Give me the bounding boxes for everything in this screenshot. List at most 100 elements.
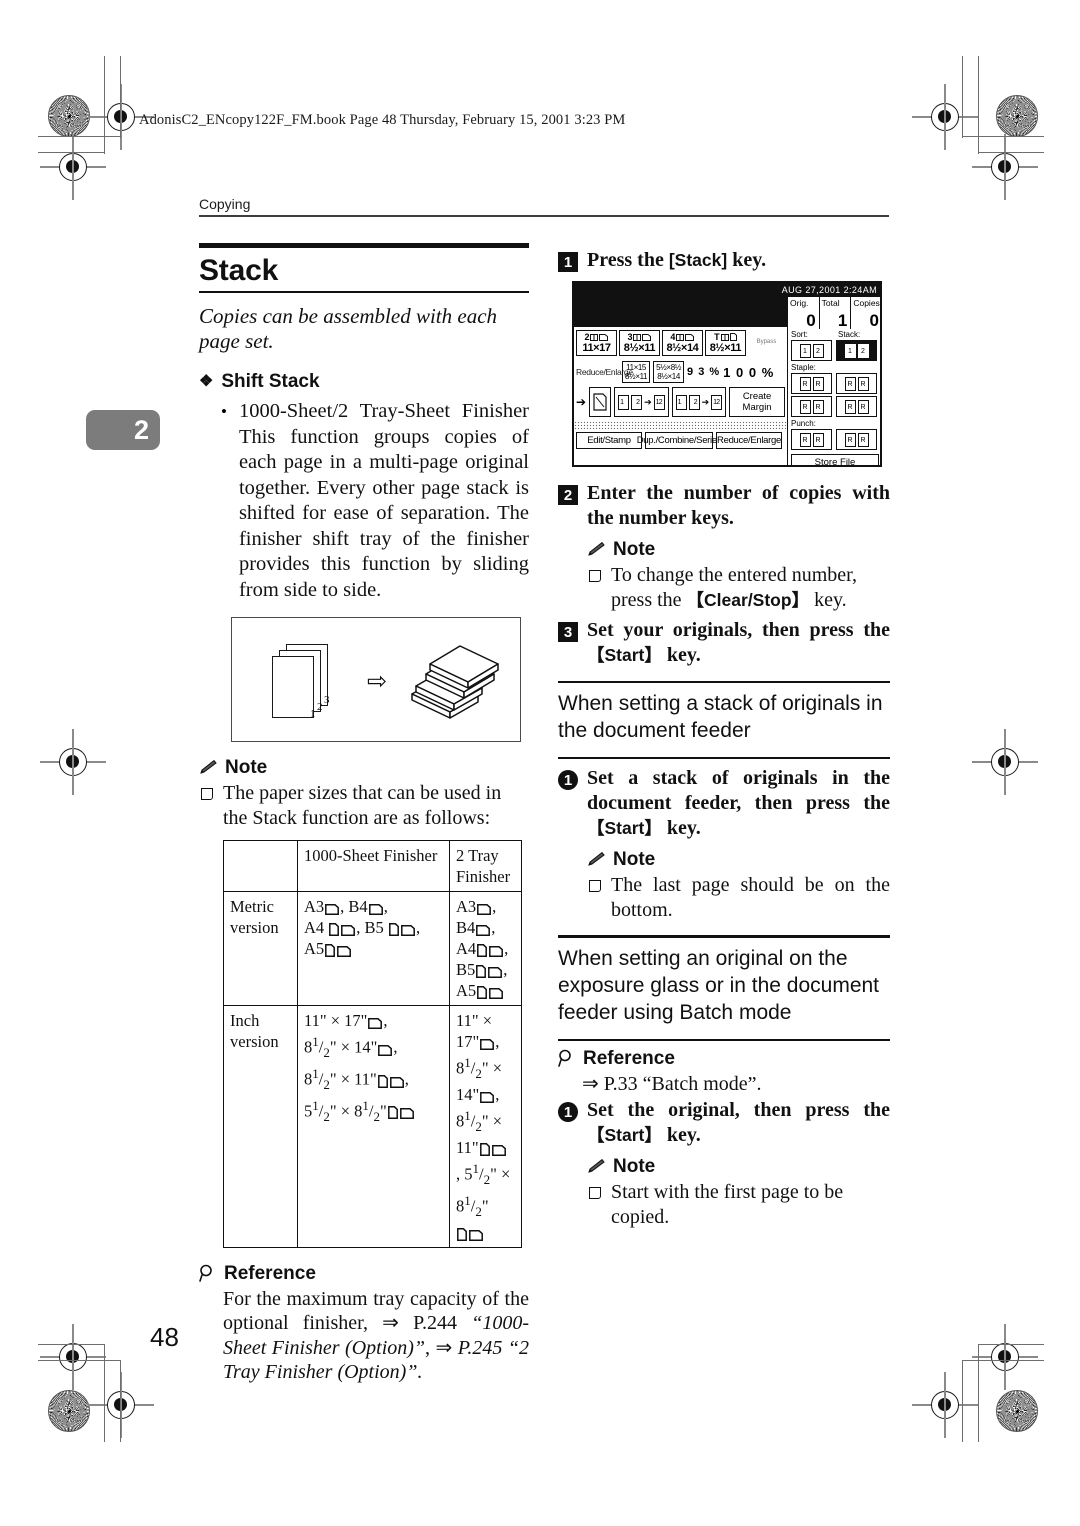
duplex-button-2[interactable]: 1 2 ➔ 12: [614, 387, 669, 417]
tab-dup-combine-series[interactable]: Dup./Combine/Series: [637, 432, 722, 449]
tray-button-t[interactable]: T 8½×11: [704, 330, 746, 356]
shifted-stack-icon: [404, 634, 504, 731]
ratio-box-1[interactable]: 11×15 8½×11: [622, 361, 651, 383]
lcd-message-area: [574, 297, 787, 327]
portrait-orientation-icon: [476, 965, 487, 979]
reference-heading-label: Reference: [583, 1047, 675, 1069]
pencil-icon: [200, 760, 217, 775]
sort-button[interactable]: 1 2: [791, 340, 832, 361]
paper-tray-row: 2 11×17 3 8½×11 4 8½×14 T 8½×11 Bypass: [574, 327, 787, 359]
lcd-right-pane: Orig. 0 Total 1 Copies 0 Sort: Stack: 1 …: [787, 297, 880, 465]
note-heading-label: Note: [225, 757, 268, 779]
counter-copies: Copies 0: [851, 297, 880, 330]
tray-icon: [720, 333, 729, 341]
landscape-orientation-icon: [337, 946, 352, 958]
tray-4-size: 8½×14: [666, 342, 699, 354]
stack-group: Stack:: [835, 329, 880, 339]
arrow-icon: ➔: [701, 396, 710, 407]
create-margin-button[interactable]: Create Margin: [729, 387, 785, 417]
punch-label: Punch:: [791, 419, 816, 428]
portrait-orientation-icon: [477, 944, 488, 958]
step-1: 1 Press the [Stack] key.: [558, 248, 890, 273]
tray-2-id: 2: [584, 332, 590, 342]
bypass-tray-label[interactable]: Bypass: [748, 330, 785, 356]
portrait-orientation-icon: [388, 923, 399, 937]
tray-button-4[interactable]: 4 8½×14: [661, 330, 703, 356]
counter-copies-value: 0: [869, 311, 880, 330]
pencil-icon: [588, 1159, 605, 1174]
landscape-orientation-icon: [480, 1039, 495, 1051]
punch-button-1[interactable]: R R: [791, 429, 832, 450]
trim-line-bottom-left-v2: [104, 1344, 106, 1442]
landscape-orientation-icon: [341, 925, 356, 937]
page-num: 2: [658, 398, 663, 406]
ratio-box-2[interactable]: 5½×8½ 8½×14: [653, 361, 685, 383]
note-item-paper-sizes: The paper sizes that can be used in the …: [201, 781, 529, 830]
step-a1-note-block: Note The last page should be on the bott…: [587, 849, 890, 922]
subhead-rule-b-bottom: [558, 1038, 890, 1041]
counter-copies-label: Copies: [853, 298, 880, 308]
staple-button-1[interactable]: R R: [791, 373, 832, 394]
trim-line-bottom-right-v1: [962, 1360, 964, 1442]
landscape-orientation-icon: [489, 946, 504, 958]
subhead-rule-a-bottom: [558, 757, 890, 760]
staple-button-2[interactable]: R R: [836, 373, 877, 394]
counter-total: Total 1: [820, 297, 852, 329]
portrait-orientation-icon: [457, 1227, 467, 1241]
stack-button-selected[interactable]: 1 2: [836, 340, 877, 361]
staple-buttons-row-2: R R R R: [788, 395, 880, 418]
page-icon: R: [857, 432, 869, 447]
staple-button-3[interactable]: R R: [791, 396, 832, 417]
landscape-orientation-icon: [488, 967, 503, 979]
note-heading-paper-sizes: Note: [199, 757, 529, 779]
stack-label: Stack:: [838, 330, 861, 339]
note-item-last-page: The last page should be on the bottom.: [589, 873, 890, 922]
stack-illustration: 3 2 1 ⇨: [231, 617, 521, 743]
punch-button-2[interactable]: R R: [836, 429, 877, 450]
tray-t-size: 8½×11: [709, 342, 742, 354]
note-item-clear-stop: To change the entered number, press the …: [589, 563, 890, 612]
reduce-enlarge-row: Reduce/Enlarge 11×15 8½×11 5½×8½ 8½×14 9 3…: [574, 359, 787, 385]
shift-stack-bullet-text: 1000-Sheet/2 Tray-Sheet Finisher This fu…: [238, 400, 529, 601]
trim-line-top-left-h1: [38, 136, 120, 138]
shift-stack-heading: ❖ Shift Stack: [199, 371, 529, 393]
tray-button-3[interactable]: 3 8½×11: [618, 330, 660, 356]
shifted-stack-svg: [411, 645, 499, 720]
running-head-rule: [199, 215, 889, 217]
step-a1-text: Set a stack of originals in the document…: [587, 766, 890, 841]
tab-reduce-enlarge[interactable]: Reduce/Enlarge: [716, 432, 782, 449]
lcd-body: 2 11×17 3 8½×11 4 8½×14 T 8½×11 Bypass R…: [574, 297, 880, 465]
table-header-2tray: 2 Tray Finisher: [449, 840, 522, 893]
trim-line-top-right-v2: [978, 56, 980, 154]
step-1-key: [Stack]: [668, 250, 728, 270]
page-icon-combined: 12: [711, 394, 723, 410]
portrait-orientation-icon: [325, 944, 336, 958]
tray-t-top: T: [706, 332, 745, 342]
subhead-rule-b-top: [558, 935, 890, 938]
step-number-2: 2: [558, 485, 578, 505]
note-heading-last-page: Note: [587, 849, 890, 871]
duplex-button-1[interactable]: [589, 387, 612, 417]
step-2-note-block: Note To change the entered number, press…: [587, 539, 890, 612]
shift-stack-list: • 1000-Sheet/2 Tray-Sheet Finisher This …: [221, 399, 529, 603]
lcd-left-pane: 2 11×17 3 8½×11 4 8½×14 T 8½×11 Bypass R…: [574, 297, 787, 465]
duplex-button-3[interactable]: 1 2 ➔ 12: [671, 387, 727, 417]
tab-edit-stamp[interactable]: Edit/Stamp: [576, 432, 642, 449]
trim-line-top-left-h2: [38, 152, 104, 154]
row-label-inch: Inch version: [223, 1005, 298, 1248]
note-item-text: Start with the first page to be copied.: [611, 1181, 844, 1228]
table-row: Inch version 11" × 17", 81/2" × 14", 81/2…: [223, 1005, 522, 1248]
landscape-orientation-icon: [378, 1044, 393, 1056]
store-file-button[interactable]: Store File: [791, 454, 879, 465]
step-3-post: key.: [661, 644, 701, 666]
staple-label: Staple:: [791, 363, 816, 372]
sort-group: Sort:: [788, 329, 835, 339]
sheet-number-2: 2: [317, 701, 323, 714]
registration-crosshair-top-right-a: [912, 84, 978, 150]
tray-button-2[interactable]: 2 11×17: [576, 330, 617, 356]
staple-button-4[interactable]: R R: [836, 396, 877, 417]
step-a1-post: key.: [661, 817, 701, 840]
ratio-93-percent[interactable]: 9 3 %: [687, 366, 720, 378]
step-number-a1: 1: [558, 770, 578, 791]
portrait-orientation-icon: [329, 923, 340, 937]
